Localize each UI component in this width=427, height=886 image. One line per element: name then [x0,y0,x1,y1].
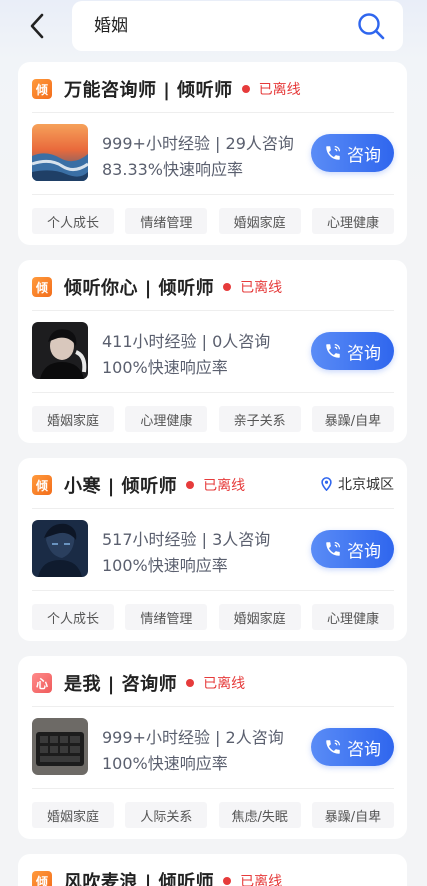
experience-text: 999+小时经验 | 2人咨询 [102,728,284,747]
back-button[interactable] [22,10,52,42]
tag[interactable]: 婚姻家庭 [32,406,114,432]
consult-button[interactable]: 咨询 [311,134,394,172]
status-text: 已离线 [240,874,283,886]
counselor-name: 是我 | 咨询师 [64,674,178,695]
experience-text: 411小时经验 | 0人咨询 [102,332,271,351]
location-text: 北京城区 [338,477,394,493]
status-dot [223,877,232,885]
tag[interactable]: 情绪管理 [125,604,208,630]
response-rate: 100%快速响应率 [102,358,228,377]
tag[interactable]: 个人成长 [32,208,114,234]
tag[interactable]: 焦虑/失眠 [218,802,301,828]
counselor-card[interactable]: 心 是我 | 咨询师 已离线 999+小时经验 | 2人咨询 100%快速响应率… [18,656,407,839]
role-badge: 倾 [32,277,52,297]
divider [32,194,394,195]
tag-list: 个人成长 情绪管理 婚姻家庭 心理健康 [32,208,394,234]
counselor-card[interactable]: 倾 倾听你心 | 倾听师 已离线 411小时经验 | 0人咨询 100%快速响应… [18,260,407,443]
consult-label: 咨询 [347,739,381,760]
tag-list: 婚姻家庭 人际关系 焦虑/失眠 暴躁/自卑 [32,802,394,828]
avatar-image [32,322,88,379]
role-badge: 倾 [32,475,52,495]
tag-list: 个人成长 情绪管理 婚姻家庭 心理健康 [32,604,394,630]
avatar-image [32,124,88,181]
avatar-image [32,718,88,775]
status-text: 已离线 [203,676,246,692]
divider [32,508,394,509]
status-dot [186,679,195,687]
tag-list: 婚姻家庭 心理健康 亲子关系 暴躁/自卑 [32,406,394,432]
top-bar: 婚姻 [0,0,427,56]
divider [32,310,394,311]
search-box[interactable]: 婚姻 [72,1,403,51]
avatar[interactable] [32,520,88,577]
consult-button[interactable]: 咨询 [311,332,394,370]
divider [32,788,394,789]
status-text: 已离线 [240,280,283,296]
tag[interactable]: 婚姻家庭 [32,802,114,828]
tag[interactable]: 心理健康 [311,208,394,234]
experience-text: 999+小时经验 | 29人咨询 [102,134,294,153]
divider [32,112,394,113]
status-dot [223,283,232,291]
search-icon[interactable] [357,12,385,40]
response-rate: 83.33%快速响应率 [102,160,244,179]
divider [32,392,394,393]
tag[interactable]: 情绪管理 [125,208,208,234]
avatar[interactable] [32,718,88,775]
role-badge: 倾 [32,871,52,886]
counselor-name: 倾听你心 | 倾听师 [64,278,215,299]
status-text: 已离线 [258,82,301,98]
tag[interactable]: 婚姻家庭 [218,208,301,234]
avatar[interactable] [32,124,88,181]
experience-text: 517小时经验 | 3人咨询 [102,530,271,549]
card-header: 倾 小寒 | 倾听师 已离线 北京城区 [32,472,394,498]
tag[interactable]: 心理健康 [311,604,394,630]
tag[interactable]: 暴躁/自卑 [311,406,394,432]
counselor-card[interactable]: 倾 风吹麦浪 | 倾听师 已离线 [18,854,407,886]
tag[interactable]: 婚姻家庭 [218,604,301,630]
card-header: 倾 风吹麦浪 | 倾听师 已离线 [32,868,394,886]
phone-icon [326,344,340,358]
response-rate: 100%快速响应率 [102,556,228,575]
avatar[interactable] [32,322,88,379]
tag[interactable]: 个人成长 [32,604,114,630]
status-text: 已离线 [203,478,246,494]
status-dot [241,85,250,93]
card-header: 倾 万能咨询师 | 倾听师 已离线 [32,76,394,102]
counselor-name: 小寒 | 倾听师 [64,476,178,497]
consult-label: 咨询 [347,541,381,562]
chevron-left-icon [30,13,44,39]
tag[interactable]: 心理健康 [125,406,208,432]
search-input[interactable]: 婚姻 [94,1,344,51]
card-header: 心 是我 | 咨询师 已离线 [32,670,394,696]
avatar-image [32,520,88,577]
consult-button[interactable]: 咨询 [311,728,394,766]
counselor-name: 风吹麦浪 | 倾听师 [64,872,215,886]
location-pin-icon [321,477,332,491]
divider [32,590,394,591]
location: 北京城区 [321,474,394,494]
phone-icon [326,542,340,556]
response-rate: 100%快速响应率 [102,754,228,773]
counselor-card[interactable]: 倾 小寒 | 倾听师 已离线 北京城区 517小时经验 | 3人咨询 100%快… [18,458,407,641]
counselor-name: 万能咨询师 | 倾听师 [64,80,233,101]
counselor-card[interactable]: 倾 万能咨询师 | 倾听师 已离线 999+小时经验 | 29人咨询 83.33… [18,62,407,245]
tag[interactable]: 亲子关系 [218,406,301,432]
role-badge: 倾 [32,79,52,99]
phone-icon [326,146,340,160]
card-header: 倾 倾听你心 | 倾听师 已离线 [32,274,394,300]
role-badge: 心 [32,673,52,693]
consult-label: 咨询 [347,145,381,166]
tag[interactable]: 暴躁/自卑 [311,802,394,828]
consult-button[interactable]: 咨询 [311,530,394,568]
divider [32,706,394,707]
phone-icon [326,740,340,754]
consult-label: 咨询 [347,343,381,364]
tag[interactable]: 人际关系 [125,802,208,828]
status-dot [186,481,195,489]
